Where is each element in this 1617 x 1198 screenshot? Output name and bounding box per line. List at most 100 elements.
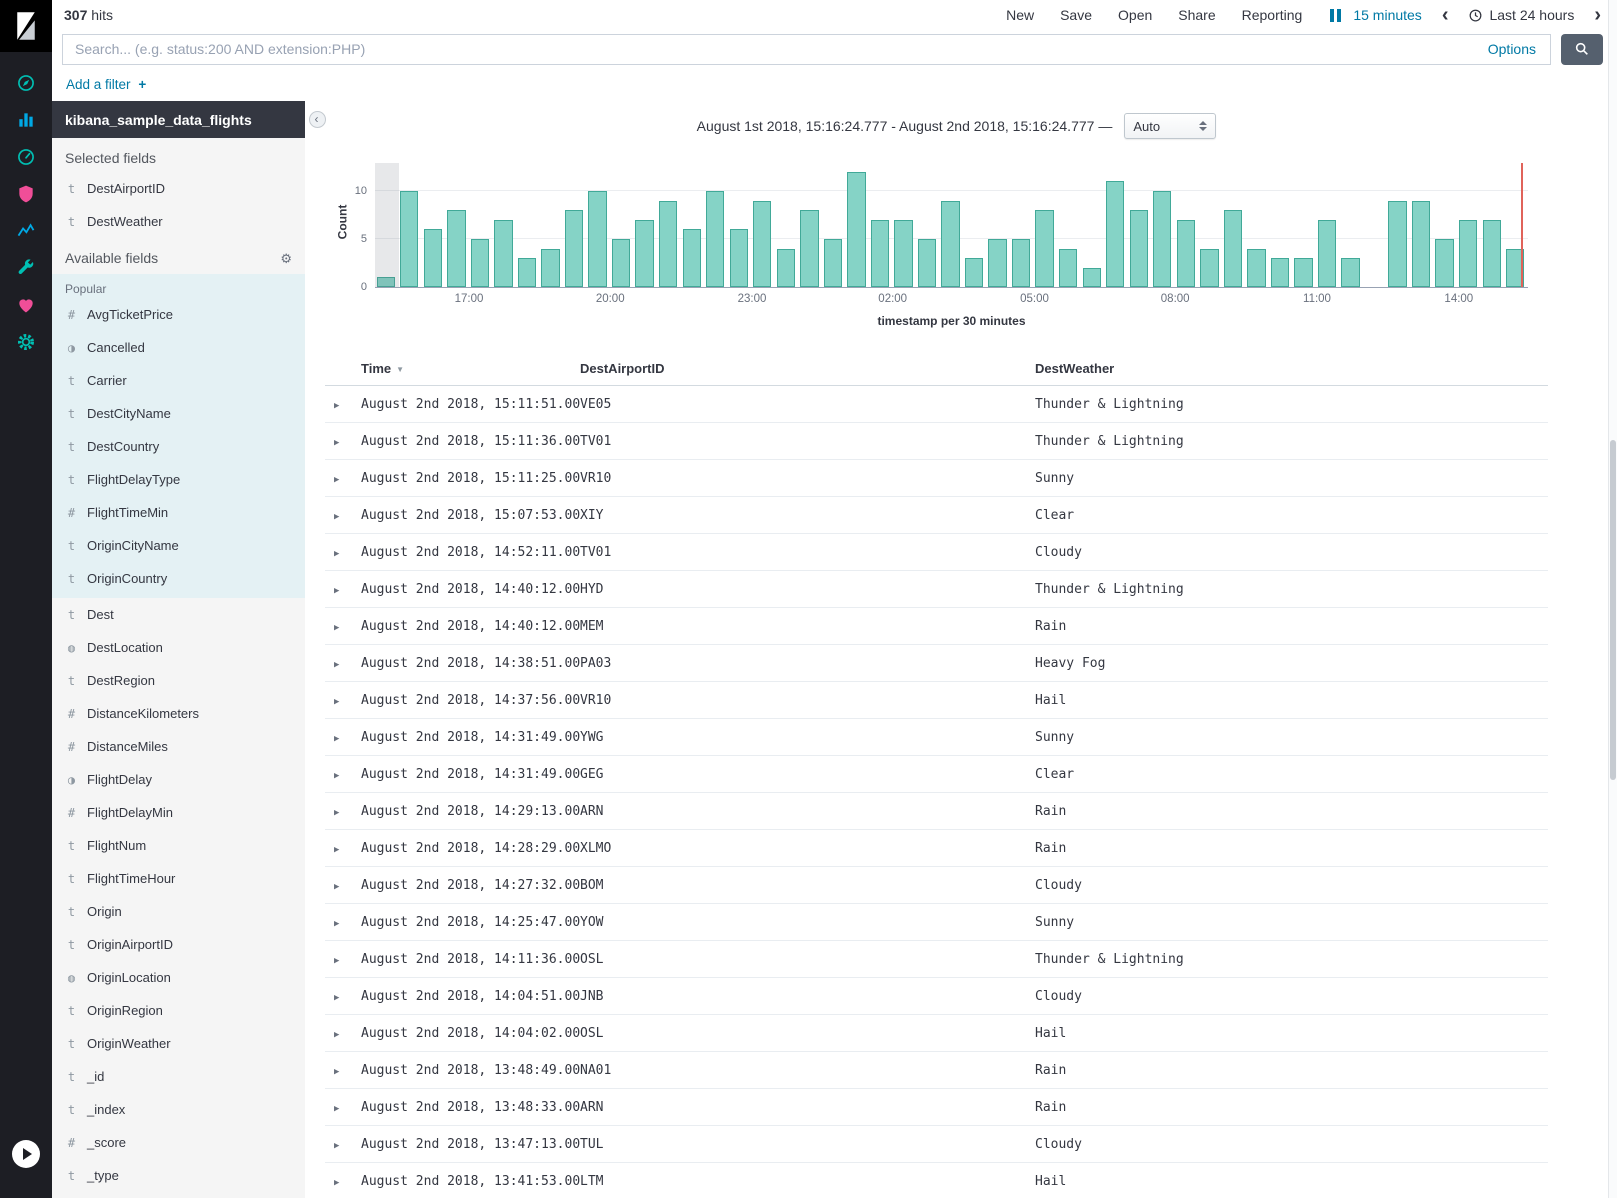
histogram-bar[interactable]: [1271, 258, 1289, 287]
field-item-OriginWeather[interactable]: tOriginWeather: [52, 1027, 305, 1060]
column-header-destairportid[interactable]: DestAirportID: [580, 352, 1035, 386]
menu-item-reporting[interactable]: Reporting: [1242, 7, 1303, 23]
histogram-bar[interactable]: [871, 220, 889, 287]
histogram-bar[interactable]: [777, 249, 795, 287]
histogram-bar[interactable]: [1130, 210, 1148, 287]
menu-item-new[interactable]: New: [1006, 7, 1034, 23]
field-item-AvgTicketPrice[interactable]: #AvgTicketPrice: [52, 298, 305, 331]
search-button[interactable]: [1561, 34, 1603, 65]
expand-row-icon[interactable]: ▶: [325, 771, 339, 781]
histogram-bar[interactable]: [753, 201, 771, 287]
field-item-OriginCountry[interactable]: tOriginCountry: [52, 562, 305, 595]
time-forward-icon[interactable]: ›: [1594, 8, 1601, 22]
scrollbar-thumb[interactable]: [1610, 440, 1616, 780]
column-header-destweather[interactable]: DestWeather: [1035, 352, 1548, 386]
field-item-OriginCityName[interactable]: tOriginCityName: [52, 529, 305, 562]
discover-compass-icon[interactable]: [0, 64, 52, 101]
expand-row-icon[interactable]: ▶: [325, 1178, 339, 1188]
field-item-OriginRegion[interactable]: tOriginRegion: [52, 994, 305, 1027]
histogram-chart[interactable]: 0510: [375, 163, 1528, 288]
expand-row-icon[interactable]: ▶: [325, 512, 339, 522]
expand-row-icon[interactable]: ▶: [325, 549, 339, 559]
histogram-bar[interactable]: [612, 239, 630, 287]
menu-item-open[interactable]: Open: [1118, 7, 1152, 23]
histogram-bar[interactable]: [1247, 249, 1265, 287]
field-item-DestRegion[interactable]: tDestRegion: [52, 664, 305, 697]
options-link[interactable]: Options: [1474, 41, 1550, 57]
histogram-bar[interactable]: [565, 210, 583, 287]
refresh-interval-button[interactable]: 15 minutes: [1353, 7, 1421, 23]
histogram-bar[interactable]: [447, 210, 465, 287]
histogram-bar[interactable]: [941, 201, 959, 287]
dashboard-gauge-icon[interactable]: [0, 138, 52, 175]
histogram-bar[interactable]: [541, 249, 559, 287]
histogram-bar[interactable]: [1200, 249, 1218, 287]
field-item-Dest[interactable]: tDest: [52, 598, 305, 631]
index-pattern-selector[interactable]: kibana_sample_data_flights: [52, 101, 305, 138]
apm-shield-icon[interactable]: [0, 175, 52, 212]
field-item-Origin[interactable]: tOrigin: [52, 895, 305, 928]
histogram-bar[interactable]: [424, 229, 442, 287]
field-item-_index[interactable]: t_index: [52, 1093, 305, 1126]
histogram-bar[interactable]: [1435, 239, 1453, 287]
dev-tools-wrench-icon[interactable]: [0, 249, 52, 286]
field-item-DestLocation[interactable]: ◍DestLocation: [52, 631, 305, 664]
histogram-bar[interactable]: [1483, 220, 1501, 287]
menu-item-save[interactable]: Save: [1060, 7, 1092, 23]
histogram-bar[interactable]: [588, 191, 606, 287]
page-scrollbar[interactable]: [1608, 0, 1617, 1198]
expand-row-icon[interactable]: ▶: [325, 1067, 339, 1077]
histogram-bar[interactable]: [635, 220, 653, 287]
expand-row-icon[interactable]: ▶: [325, 586, 339, 596]
histogram-bar[interactable]: [1412, 201, 1430, 287]
expand-row-icon[interactable]: ▶: [325, 734, 339, 744]
histogram-bar[interactable]: [1294, 258, 1312, 287]
expand-row-icon[interactable]: ▶: [325, 401, 339, 411]
add-filter-link[interactable]: Add a filter +: [66, 77, 146, 92]
field-item-FlightDelayMin[interactable]: #FlightDelayMin: [52, 796, 305, 829]
field-item-OriginAirportID[interactable]: tOriginAirportID: [52, 928, 305, 961]
expand-row-icon[interactable]: ▶: [325, 845, 339, 855]
expand-row-icon[interactable]: ▶: [325, 438, 339, 448]
histogram-bar[interactable]: [471, 239, 489, 287]
expand-row-icon[interactable]: ▶: [325, 993, 339, 1003]
histogram-bar[interactable]: [730, 229, 748, 287]
pause-refresh-icon[interactable]: [1330, 9, 1341, 22]
expand-row-icon[interactable]: ▶: [325, 882, 339, 892]
collapse-sidebar-icon[interactable]: ‹: [309, 111, 326, 128]
field-item-OriginLocation[interactable]: ◍OriginLocation: [52, 961, 305, 994]
expand-row-icon[interactable]: ▶: [325, 919, 339, 929]
histogram-bar[interactable]: [1388, 201, 1406, 287]
field-item-FlightDelayType[interactable]: tFlightDelayType: [52, 463, 305, 496]
field-item-Cancelled[interactable]: ◑Cancelled: [52, 331, 305, 364]
field-item-DestWeather[interactable]: tDestWeather: [52, 205, 305, 238]
interval-select[interactable]: Auto: [1124, 113, 1216, 139]
expand-row-icon[interactable]: ▶: [325, 956, 339, 966]
histogram-bar[interactable]: [1012, 239, 1030, 287]
field-item-FlightTimeMin[interactable]: #FlightTimeMin: [52, 496, 305, 529]
field-item-_score[interactable]: #_score: [52, 1126, 305, 1159]
histogram-bar[interactable]: [1106, 181, 1124, 287]
field-item-Carrier[interactable]: tCarrier: [52, 364, 305, 397]
expand-row-icon[interactable]: ▶: [325, 623, 339, 633]
time-range-button[interactable]: Last 24 hours: [1468, 7, 1574, 23]
field-item-DestAirportID[interactable]: tDestAirportID: [52, 172, 305, 205]
histogram-bar[interactable]: [400, 191, 418, 287]
histogram-bar[interactable]: [1153, 191, 1171, 287]
monitoring-heart-icon[interactable]: [0, 286, 52, 323]
expand-row-icon[interactable]: ▶: [325, 1030, 339, 1040]
expand-row-icon[interactable]: ▶: [325, 660, 339, 670]
histogram-bar[interactable]: [988, 239, 1006, 287]
field-item-FlightDelay[interactable]: ◑FlightDelay: [52, 763, 305, 796]
histogram-bar[interactable]: [800, 210, 818, 287]
expand-row-icon[interactable]: ▶: [325, 697, 339, 707]
histogram-bar[interactable]: [1035, 210, 1053, 287]
management-gear-icon[interactable]: [0, 323, 52, 360]
histogram-bar[interactable]: [706, 191, 724, 287]
expand-row-icon[interactable]: ▶: [325, 1104, 339, 1114]
histogram-bar[interactable]: [1177, 220, 1195, 287]
histogram-bar[interactable]: [894, 220, 912, 287]
menu-item-share[interactable]: Share: [1178, 7, 1215, 23]
field-item-_type[interactable]: t_type: [52, 1159, 305, 1192]
field-item-FlightNum[interactable]: tFlightNum: [52, 829, 305, 862]
